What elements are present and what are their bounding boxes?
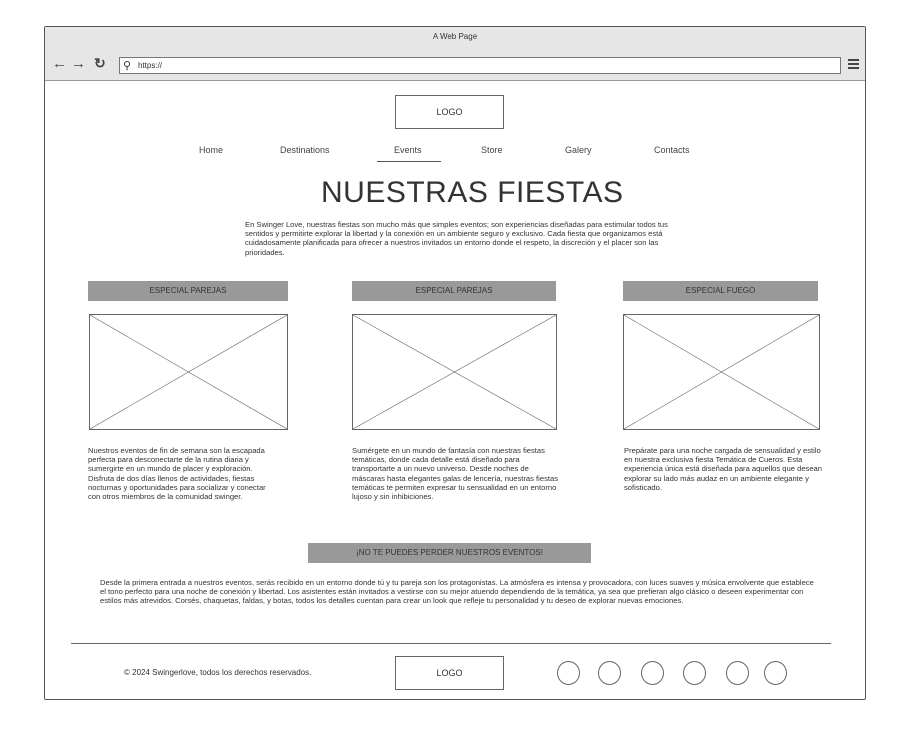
card-1-label: ESPECIAL PAREJAS — [88, 281, 288, 301]
arrow-right-icon[interactable]: → — [71, 55, 86, 72]
card-1-image-placeholder — [89, 314, 288, 430]
social-icon-2[interactable] — [598, 661, 621, 685]
social-icon-1[interactable] — [557, 661, 580, 685]
search-icon: ⚲ — [123, 60, 132, 72]
card-3-label: ESPECIAL FUEGO — [623, 281, 818, 301]
footer-copyright: © 2024 Swingerlove, todos los derechos r… — [124, 668, 312, 677]
browser-toolbar: ← → ↻ ⚲ https:// — [45, 49, 865, 81]
social-icon-5[interactable] — [726, 661, 749, 685]
nav-destinations[interactable]: Destinations — [280, 145, 330, 155]
hamburger-menu-icon[interactable] — [848, 57, 859, 71]
card-3-image-placeholder — [623, 314, 820, 430]
footer-divider — [71, 643, 831, 644]
cta-paragraph: Desde la primera entrada a nuestros even… — [100, 578, 814, 606]
header-logo[interactable]: LOGO — [395, 95, 504, 129]
social-icon-6[interactable] — [764, 661, 787, 685]
url-bar[interactable]: ⚲ https:// — [119, 57, 841, 74]
social-icon-3[interactable] — [641, 661, 664, 685]
page-title: NUESTRAS FIESTAS — [321, 176, 624, 209]
card-2-image-placeholder — [352, 314, 557, 430]
url-text: https:// — [138, 61, 163, 70]
card-2-label: ESPECIAL PAREJAS — [352, 281, 556, 301]
arrow-left-icon[interactable]: ← — [52, 55, 67, 72]
nav-active-indicator — [377, 161, 441, 162]
footer-logo[interactable]: LOGO — [395, 656, 504, 690]
card-2-text: Sumérgete en un mundo de fantasía con nu… — [352, 446, 558, 502]
nav-events[interactable]: Events — [394, 145, 422, 155]
card-1-text: Nuestros eventos de fin de semana son la… — [88, 446, 266, 502]
refresh-icon[interactable]: ↻ — [94, 55, 106, 72]
nav-contacts[interactable]: Contacts — [654, 145, 690, 155]
window-title: A Web Page — [45, 27, 865, 50]
nav-home[interactable]: Home — [199, 145, 223, 155]
card-3-text: Prepárate para una noche cargada de sens… — [624, 446, 823, 492]
social-icon-4[interactable] — [683, 661, 706, 685]
nav-galery[interactable]: Galery — [565, 145, 592, 155]
nav-store[interactable]: Store — [481, 145, 503, 155]
intro-paragraph: En Swinger Love, nuestras fiestas son mu… — [245, 220, 668, 257]
cta-banner[interactable]: ¡NO TE PUEDES PERDER NUESTROS EVENTOS! — [308, 543, 591, 563]
